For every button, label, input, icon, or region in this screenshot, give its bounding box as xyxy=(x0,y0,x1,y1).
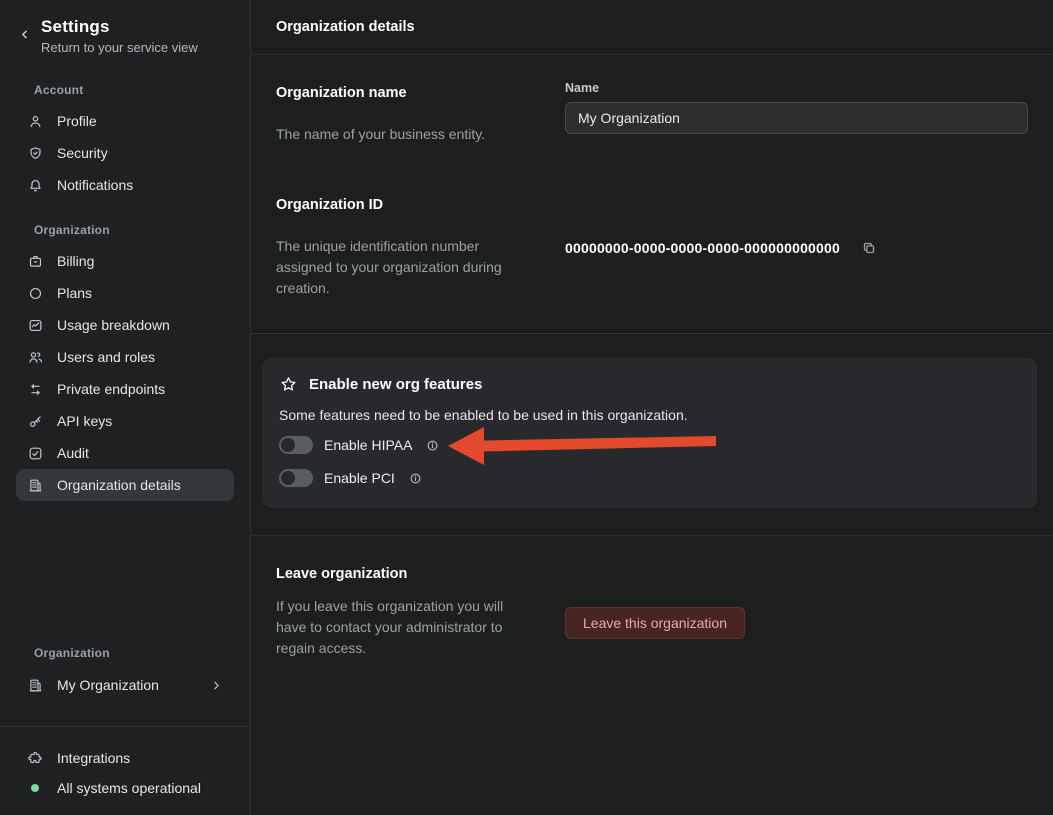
bell-icon xyxy=(27,177,44,194)
sidebar-item-private-endpoints[interactable]: Private endpoints xyxy=(16,373,234,405)
sidebar-item-notifications[interactable]: Notifications xyxy=(16,169,234,201)
sidebar-item-api-keys[interactable]: API keys xyxy=(16,405,234,437)
leave-description: If you leave this organization you will … xyxy=(276,596,528,659)
sidebar-nav: Account Profile Security Notifications O… xyxy=(0,55,250,501)
sidebar-item-label: Usage breakdown xyxy=(57,317,170,333)
sidebar-subtitle: Return to your service view xyxy=(41,40,198,55)
hipaa-toggle-row: Enable HIPAA xyxy=(279,434,1017,456)
star-icon xyxy=(279,375,298,394)
org-name-description: The name of your business entity. xyxy=(276,124,528,145)
copy-button[interactable] xyxy=(860,239,878,257)
users-icon xyxy=(27,349,44,366)
section-label-organization: Organization xyxy=(34,223,234,237)
chart-icon xyxy=(27,317,44,334)
org-switcher-row[interactable]: My Organization xyxy=(16,668,234,702)
sidebar-item-label: Organization details xyxy=(57,477,181,493)
name-field-label: Name xyxy=(565,81,1028,95)
status-link[interactable]: All systems operational xyxy=(16,773,234,803)
features-card-description: Some features need to be enabled to be u… xyxy=(279,407,1017,423)
section-label-account: Account xyxy=(34,83,234,97)
hipaa-info-button[interactable] xyxy=(425,438,440,453)
sidebar-item-organization-details[interactable]: Organization details xyxy=(16,469,234,501)
status-label: All systems operational xyxy=(57,780,201,796)
audit-icon xyxy=(27,445,44,462)
integrations-label: Integrations xyxy=(57,750,130,766)
hipaa-toggle[interactable] xyxy=(279,436,313,454)
sidebar-org-switcher: Organization My Organization xyxy=(0,646,250,702)
sidebar-item-label: Users and roles xyxy=(57,349,155,365)
shield-icon xyxy=(27,145,44,162)
org-id-description: The unique identification number assigne… xyxy=(276,236,528,299)
org-switcher-label: My Organization xyxy=(57,677,159,693)
sidebar-footer: Integrations All systems operational xyxy=(0,726,250,815)
footer-org-section-label: Organization xyxy=(34,646,234,660)
integrations-link[interactable]: Integrations xyxy=(16,743,234,773)
user-icon xyxy=(27,113,44,130)
page-title: Organization details xyxy=(276,19,415,35)
sidebar-item-security[interactable]: Security xyxy=(16,137,234,169)
org-id-heading: Organization ID xyxy=(276,197,565,213)
sidebar-header: Settings Return to your service view xyxy=(0,0,250,55)
sidebar-item-label: API keys xyxy=(57,413,112,429)
org-id-row: Organization ID The unique identificatio… xyxy=(276,193,1028,299)
sidebar-item-billing[interactable]: Billing xyxy=(16,245,234,277)
sidebar-spacer xyxy=(0,501,250,646)
swap-arrows-icon xyxy=(27,381,44,398)
org-name-row: Organization name The name of your busin… xyxy=(276,81,1028,145)
sidebar-item-label: Audit xyxy=(57,445,89,461)
key-icon xyxy=(27,413,44,430)
sidebar-item-label: Billing xyxy=(57,253,94,269)
pci-toggle-row: Enable PCI xyxy=(279,467,1017,489)
pci-toggle[interactable] xyxy=(279,469,313,487)
sidebar-item-label: Security xyxy=(57,145,108,161)
sidebar-item-label: Plans xyxy=(57,285,92,301)
billing-icon xyxy=(27,253,44,270)
info-icon xyxy=(408,471,423,486)
copy-icon xyxy=(860,239,878,257)
sidebar-item-profile[interactable]: Profile xyxy=(16,105,234,137)
status-dot-icon xyxy=(31,784,39,792)
pci-toggle-label: Enable PCI xyxy=(324,470,395,486)
circle-icon xyxy=(27,285,44,302)
sidebar-item-audit[interactable]: Audit xyxy=(16,437,234,469)
org-name-heading: Organization name xyxy=(276,85,565,101)
sidebar-item-label: Notifications xyxy=(57,177,133,193)
building-icon xyxy=(27,477,44,494)
main-content: Organization details Organization name T… xyxy=(251,0,1053,815)
features-card: Enable new org features Some features ne… xyxy=(262,358,1037,508)
settings-sidebar: Settings Return to your service view Acc… xyxy=(0,0,251,815)
sidebar-item-usage-breakdown[interactable]: Usage breakdown xyxy=(16,309,234,341)
pci-info-button[interactable] xyxy=(408,471,423,486)
building-icon xyxy=(27,677,44,694)
sidebar-item-label: Private endpoints xyxy=(57,381,165,397)
puzzle-icon xyxy=(27,750,44,767)
info-icon xyxy=(425,438,440,453)
features-card-heading: Enable new org features xyxy=(309,376,482,393)
sidebar-item-users-and-roles[interactable]: Users and roles xyxy=(16,341,234,373)
main-header: Organization details xyxy=(251,0,1053,55)
sidebar-item-label: Profile xyxy=(57,113,97,129)
org-id-value: 00000000-0000-0000-0000-000000000000 xyxy=(565,240,840,256)
back-button[interactable] xyxy=(18,28,31,41)
hipaa-toggle-label: Enable HIPAA xyxy=(324,437,412,453)
leave-section: Leave organization If you leave this org… xyxy=(251,536,1053,685)
features-section: Enable new org features Some features ne… xyxy=(251,334,1053,535)
chevron-right-icon xyxy=(210,679,223,692)
sidebar-title: Settings xyxy=(41,17,198,37)
org-name-input[interactable] xyxy=(565,102,1028,134)
sidebar-item-plans[interactable]: Plans xyxy=(16,277,234,309)
chevron-left-icon xyxy=(18,28,31,41)
leave-organization-button[interactable]: Leave this organization xyxy=(565,607,745,639)
org-info-section: Organization name The name of your busin… xyxy=(251,55,1053,333)
leave-heading: Leave organization xyxy=(276,566,565,582)
